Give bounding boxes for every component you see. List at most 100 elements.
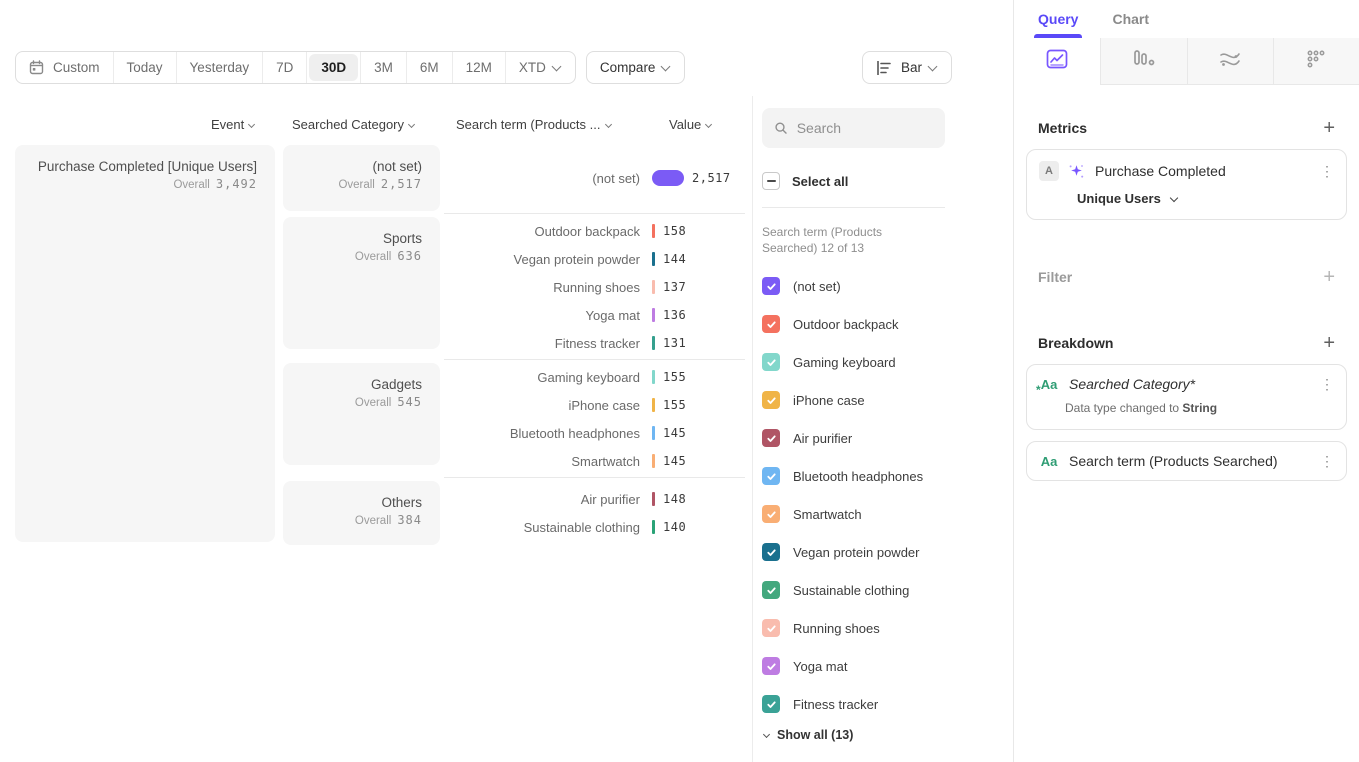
legend-item[interactable]: Outdoor backpack: [762, 305, 945, 343]
column-header-label: Event: [211, 117, 244, 132]
legend-checkbox[interactable]: [762, 543, 780, 561]
search-box[interactable]: [762, 108, 945, 148]
term-label: Outdoor backpack: [448, 224, 640, 239]
breakdown-group: (not set)Overall2,517 (not set)2,517: [283, 145, 745, 211]
column-header-searched-category[interactable]: Searched Category: [292, 117, 416, 132]
report-tab-insights[interactable]: [1014, 38, 1100, 85]
value-label: 155: [663, 398, 686, 412]
chevron-down-icon: [408, 121, 415, 128]
date-range-3m[interactable]: 3M: [360, 52, 407, 83]
date-range-30d[interactable]: 30D: [309, 54, 358, 81]
add-filter-button[interactable]: +: [1323, 267, 1335, 287]
table-row[interactable]: iPhone case155: [448, 391, 745, 419]
legend-item[interactable]: (not set): [762, 267, 945, 305]
category-cell[interactable]: GadgetsOverall545: [283, 363, 440, 465]
chevron-down-icon: [248, 121, 255, 128]
term-label: Air purifier: [448, 492, 640, 507]
breakdown-card-row: AaSearch term (Products Searched)⋮: [1039, 453, 1334, 469]
compare-button[interactable]: Compare: [586, 51, 686, 84]
legend-checkbox[interactable]: [762, 315, 780, 333]
report-tab-flows[interactable]: [1187, 38, 1273, 85]
chart-type-button[interactable]: Bar: [862, 51, 952, 84]
legend-checkbox[interactable]: [762, 695, 780, 713]
legend-checkbox[interactable]: [762, 619, 780, 637]
legend-item[interactable]: Fitness tracker: [762, 685, 945, 723]
legend-checkbox[interactable]: [762, 391, 780, 409]
legend-item[interactable]: Vegan protein powder: [762, 533, 945, 571]
legend-item[interactable]: iPhone case: [762, 381, 945, 419]
select-all-checkbox[interactable]: [762, 172, 780, 190]
report-tab-funnels[interactable]: [1100, 38, 1186, 85]
breakdown-card-row: Aa*Searched Category*⋮: [1039, 376, 1334, 392]
column-header-search-term-products[interactable]: Search term (Products ...: [456, 117, 613, 132]
breakdown-card[interactable]: Aa*Searched Category*⋮Data type changed …: [1026, 364, 1347, 430]
table-row[interactable]: Fitness tracker131: [448, 329, 745, 357]
date-range-7d[interactable]: 7D: [263, 52, 307, 83]
legend-item[interactable]: Yoga mat: [762, 647, 945, 685]
legend-item[interactable]: Sustainable clothing: [762, 571, 945, 609]
date-range-yesterday[interactable]: Yesterday: [177, 52, 264, 83]
breakdown-menu-button[interactable]: ⋮: [1320, 377, 1334, 391]
legend-item-label: iPhone case: [793, 393, 865, 408]
add-metric-button[interactable]: +: [1323, 118, 1335, 138]
date-range-label: Yesterday: [190, 60, 250, 75]
table-row[interactable]: Outdoor backpack158: [448, 217, 745, 245]
breakdown-menu-button[interactable]: ⋮: [1320, 454, 1334, 468]
table-row[interactable]: Smartwatch145: [448, 447, 745, 475]
legend-checkbox[interactable]: [762, 277, 780, 295]
tab-query[interactable]: Query: [1038, 0, 1078, 38]
query-panel: QueryChart Metrics + A Purchase Complete…: [1013, 0, 1359, 762]
date-range-xtd[interactable]: XTD: [506, 52, 575, 83]
legend-checkbox[interactable]: [762, 467, 780, 485]
breakdown-card[interactable]: AaSearch term (Products Searched)⋮: [1026, 441, 1347, 481]
table-row[interactable]: Gaming keyboard155: [448, 363, 745, 391]
table-row[interactable]: Yoga mat136: [448, 301, 745, 329]
legend-item-label: Outdoor backpack: [793, 317, 899, 332]
legend-checkbox[interactable]: [762, 505, 780, 523]
search-input[interactable]: [797, 120, 933, 136]
legend-item[interactable]: Air purifier: [762, 419, 945, 457]
legend-item[interactable]: Smartwatch: [762, 495, 945, 533]
category-cell[interactable]: OthersOverall384: [283, 481, 440, 545]
column-header-event[interactable]: Event: [211, 117, 256, 132]
category-cell[interactable]: (not set)Overall2,517: [283, 145, 440, 211]
term-label: Sustainable clothing: [448, 520, 640, 535]
value-bar: [652, 224, 655, 238]
report-tab-retention[interactable]: [1273, 38, 1359, 85]
add-breakdown-button[interactable]: +: [1323, 333, 1335, 353]
date-range-custom[interactable]: Custom: [16, 52, 114, 83]
show-all-link[interactable]: Show all (13): [762, 728, 945, 742]
term-label: Running shoes: [448, 280, 640, 295]
table-row[interactable]: Sustainable clothing140: [448, 513, 745, 541]
metric-menu-button[interactable]: ⋮: [1320, 164, 1334, 178]
table-row[interactable]: Bluetooth headphones145: [448, 419, 745, 447]
value-label: 137: [663, 280, 686, 294]
event-cell[interactable]: Purchase Completed [Unique Users] Overal…: [15, 145, 275, 542]
breakdown-heading: Breakdown: [1038, 335, 1113, 351]
date-range-today[interactable]: Today: [114, 52, 177, 83]
legend-checkbox[interactable]: [762, 353, 780, 371]
category-name: Gadgets: [295, 377, 422, 392]
value-bar: [652, 280, 655, 294]
date-range-12m[interactable]: 12M: [453, 52, 506, 83]
legend-checkbox[interactable]: [762, 657, 780, 675]
measure-dropdown[interactable]: Unique Users: [1077, 191, 1334, 206]
select-all-row[interactable]: Select all: [762, 172, 945, 190]
tab-chart[interactable]: Chart: [1112, 0, 1149, 38]
legend-checkbox[interactable]: [762, 581, 780, 599]
table-row[interactable]: Running shoes 137: [448, 273, 745, 301]
legend-item-label: Vegan protein powder: [793, 545, 919, 560]
column-header-label: Searched Category: [292, 117, 404, 132]
legend-checkbox[interactable]: [762, 429, 780, 447]
table-row[interactable]: (not set)2,517: [448, 164, 745, 192]
legend-item[interactable]: Bluetooth headphones: [762, 457, 945, 495]
date-range-6m[interactable]: 6M: [407, 52, 453, 83]
category-cell[interactable]: SportsOverall636: [283, 217, 440, 349]
legend-item[interactable]: Gaming keyboard: [762, 343, 945, 381]
breakdown-group: GadgetsOverall545 Gaming keyboard155iPhon…: [283, 363, 745, 475]
metric-card[interactable]: A Purchase Completed ⋮ Unique Users: [1026, 149, 1347, 220]
column-header-value[interactable]: Value: [669, 117, 713, 132]
table-row[interactable]: Vegan protein powder144: [448, 245, 745, 273]
table-row[interactable]: Air purifier148: [448, 485, 745, 513]
legend-item[interactable]: Running shoes: [762, 609, 945, 647]
